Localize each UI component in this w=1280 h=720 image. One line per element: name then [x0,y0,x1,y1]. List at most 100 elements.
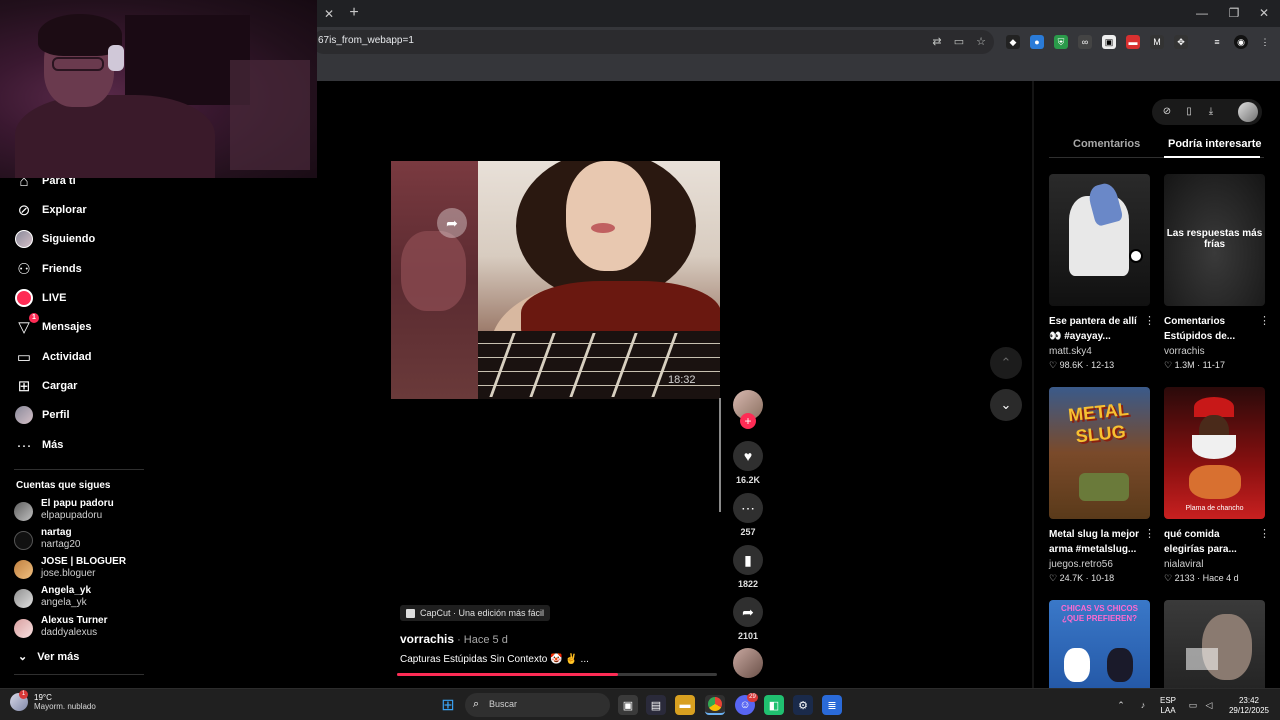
clock[interactable]: 23:42 29/12/2025 [1226,696,1272,716]
see-more-link[interactable]: ⌄ Ver más [18,650,79,664]
save-action[interactable]: ▮ 1822 [733,545,763,589]
video-progress-bar[interactable] [397,673,717,676]
following-handle: angela_yk [41,597,87,608]
author-name[interactable]: vorrachis [400,632,454,646]
language-indicator[interactable]: ESP LAA [1156,696,1180,716]
volume-icon[interactable]: ◁ [1202,698,1216,712]
more-options-icon[interactable]: ⋮ [1144,314,1155,327]
recommended-video-card[interactable]: CHICAS VS CHICOS ¿QUE PREFIEREN? [1049,600,1150,688]
more-options-icon[interactable]: ⋮ [1259,314,1270,327]
video-thumbnail[interactable] [1049,174,1150,306]
windows-start-icon[interactable]: ⊞ [438,695,458,715]
reading-list-icon[interactable]: ≡ [1210,35,1224,49]
browser-menu-icon[interactable]: ⋮ [1258,35,1272,49]
extensions-puzzle-icon[interactable]: ✥ [1174,35,1188,49]
card-title[interactable]: Comentarios Estúpidos de... [1164,314,1259,344]
card-author[interactable]: vorrachis [1164,346,1205,357]
sidebar-item-perfil[interactable]: Perfil [14,404,70,426]
steam-icon[interactable]: ⚙ [793,695,813,715]
app-green-icon[interactable]: ◧ [764,695,784,715]
tab-comentarios[interactable]: Comentarios [1073,138,1140,150]
minimize-button[interactable]: — [1188,4,1216,22]
translate-icon[interactable]: ⇄ [930,35,944,49]
bookmark-icon[interactable]: ▮ [733,545,763,575]
following-account[interactable]: nartag nartag20 [14,527,164,553]
video-thumbnail[interactable]: Las respuestas más frías [1164,174,1265,306]
video-thumbnail[interactable]: Plama de chancho [1164,387,1265,519]
comment-icon[interactable]: ⋯ [733,493,763,523]
sidebar-item-live[interactable]: LIVE [14,287,66,309]
extension-blue-icon[interactable]: ● [1030,35,1044,49]
account-avatar[interactable] [1238,102,1258,122]
following-account[interactable]: JOSE | BLOGUER jose.bloguer [14,556,164,582]
url-text[interactable]: 67is_from_webapp=1 [318,35,414,46]
sidebar-item-cargar[interactable]: ⊞ Cargar [14,375,78,397]
following-account[interactable]: El papu padoru elpapupadoru [14,498,164,524]
card-title[interactable]: Metal slug la mejor arma #metalslug... [1049,527,1144,557]
video-thumbnail[interactable]: METAL SLUG [1049,387,1150,519]
file-explorer-icon[interactable]: ▬ [675,695,695,715]
extension-red-icon[interactable]: ▬ [1126,35,1140,49]
card-author[interactable]: nialaviral [1164,559,1203,570]
chrome-icon[interactable] [705,695,725,715]
compass-icon[interactable]: ⊘ [1160,105,1174,119]
star-icon[interactable]: ☆ [974,35,988,49]
network-icon[interactable]: ▭ [1186,698,1200,712]
download-icon[interactable]: ⤓ [1204,105,1218,119]
card-title[interactable]: Ese pantera de allí 👀 #ayayay... [1049,314,1144,344]
tab-close-icon[interactable]: ✕ [320,5,338,23]
previous-video-button[interactable]: ⌃ [990,347,1022,379]
sidebar-item-mensajes[interactable]: ▽ 1 Mensajes [14,313,92,338]
capcut-badge[interactable]: CapCut · Una edición más fácil [400,605,551,621]
weather-widget[interactable]: 1 19°C Mayorm. nublado [10,690,96,711]
card-author[interactable]: juegos.retro56 [1049,559,1113,570]
following-account[interactable]: Alexus Turner daddyalexus [14,615,164,641]
omnibox[interactable]: 67is_from_webapp=1 ⇄ ▭ ☆ [312,30,994,54]
extension-square-icon[interactable]: ▣ [1102,35,1116,49]
tab-podria-interesarte[interactable]: Podría interesarte [1168,138,1262,150]
video-player[interactable]: ➦ 18:32 [391,161,720,399]
card-author[interactable]: matt.sky4 [1049,346,1092,357]
video-thumbnail[interactable] [1164,600,1265,688]
following-title: Cuentas que sigues [16,480,111,491]
recommended-video-card[interactable] [1164,600,1265,688]
microphone-icon[interactable]: ♪ [1136,698,1150,712]
sidebar-item-actividad[interactable]: ▭ Actividad [14,346,92,368]
video-caption: Capturas Estúpidas Sin Contexto 🤡 ✌️ ... [400,654,589,665]
search-placeholder: Buscar [489,699,518,709]
extension-glasses-icon[interactable]: ∞ [1078,35,1092,49]
more-options-icon[interactable]: ⋮ [1144,527,1155,540]
like-action[interactable]: ♥ 16.2K [733,441,763,485]
chevron-up-icon[interactable]: ⌃ [1114,698,1128,712]
follow-plus-button[interactable]: + [740,413,756,429]
new-tab-button[interactable]: + [345,4,363,22]
sidebar-item-mas[interactable]: ··· Más [14,434,64,456]
sidebar-item-friends[interactable]: ⚇ Friends [14,258,81,280]
video-share-overlay-icon[interactable]: ➦ [437,208,467,238]
sound-avatar[interactable] [733,648,763,678]
store-icon[interactable]: ▤ [646,695,666,715]
comment-action[interactable]: ⋯ 257 [733,493,763,537]
taskbar-search[interactable]: ⌕ Buscar [465,693,610,717]
maximize-button[interactable]: ❐ [1220,4,1248,22]
notepad-icon[interactable]: ≣ [822,695,842,715]
cast-icon[interactable]: ▭ [952,35,966,49]
profile-avatar-icon[interactable]: ◉ [1234,35,1248,49]
share-action[interactable]: ➦ 2101 [733,597,763,641]
share-icon[interactable]: ➦ [733,597,763,627]
extension-diamond-icon[interactable]: ◆ [1006,35,1020,49]
phone-icon[interactable]: ▯ [1182,105,1196,119]
task-view-icon[interactable]: ▣ [618,695,638,715]
more-options-icon[interactable]: ⋮ [1259,527,1270,540]
heart-icon[interactable]: ♥ [733,441,763,471]
extension-shield-icon[interactable]: ⛨ [1054,35,1068,49]
close-window-button[interactable]: ✕ [1250,4,1278,22]
extension-m-icon[interactable]: M [1150,35,1164,49]
video-thumbnail[interactable]: CHICAS VS CHICOS ¿QUE PREFIEREN? [1049,600,1150,688]
card-title[interactable]: qué comida elegirías para... [1164,527,1259,557]
next-video-button[interactable]: ⌄ [990,389,1022,421]
sidebar-item-siguiendo[interactable]: Siguiendo [14,228,95,250]
following-account[interactable]: Angela_yk angela_yk [14,585,164,611]
search-icon: ⌕ [473,698,480,710]
sidebar-item-explorar[interactable]: ⊘ Explorar [14,199,87,221]
